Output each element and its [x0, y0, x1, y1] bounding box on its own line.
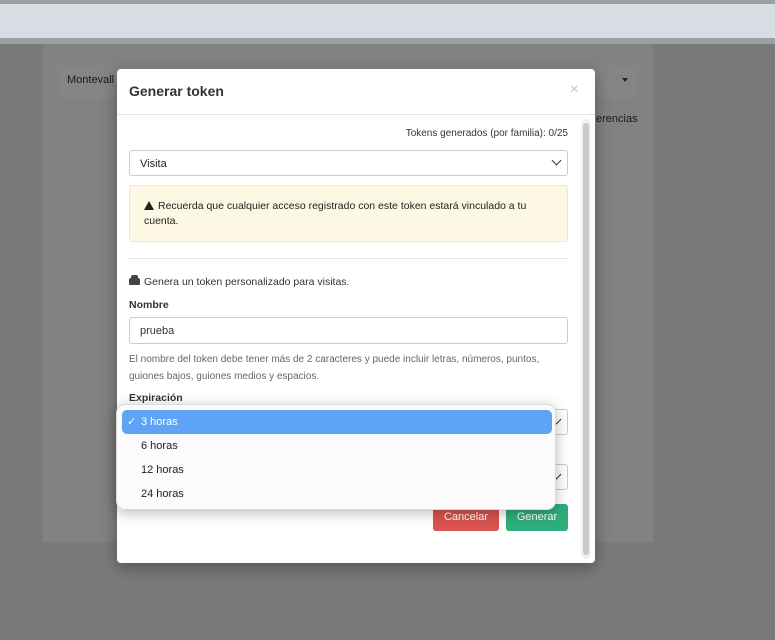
close-icon[interactable]: ×: [570, 81, 579, 99]
warning-icon: [144, 201, 154, 210]
name-help-text: El nombre del token debe tener más de 2 …: [129, 354, 540, 382]
option-label: 12 horas: [141, 464, 184, 476]
expiration-option-3h[interactable]: ✓ 3 horas: [122, 410, 552, 434]
token-type-select-value: Visita: [140, 158, 167, 170]
expiration-option-24h[interactable]: 24 horas: [122, 482, 552, 506]
modal-scrollbar[interactable]: [581, 119, 591, 559]
background-select-text: Montevall: [67, 74, 115, 86]
warning-alert-text: Recuerda que cualquier acceso registrado…: [144, 200, 527, 227]
info-text: Genera un token personalizado para visit…: [144, 276, 350, 288]
expiration-dropdown: ✓ 3 horas 6 horas 12 horas 24 horas: [116, 404, 556, 510]
modal-scrollbar-thumb[interactable]: [583, 123, 589, 555]
option-label: 3 horas: [141, 416, 178, 428]
info-line: Genera un token personalizado para visit…: [129, 275, 350, 288]
chevron-down-icon: [551, 155, 562, 166]
section-divider: [129, 258, 568, 259]
modal-header: Generar token ×: [117, 69, 595, 115]
page-header-strip: [0, 4, 775, 38]
option-label: 6 horas: [141, 440, 178, 452]
name-input-value: prueba: [140, 325, 175, 337]
option-label: 24 horas: [141, 488, 184, 500]
tokens-counter: Tokens generados (por familia): 0/25: [405, 128, 568, 139]
expiration-option-6h[interactable]: 6 horas: [122, 434, 552, 458]
background-caret-icon: [622, 78, 628, 82]
car-icon: [129, 275, 140, 285]
check-icon: ✓: [127, 416, 137, 428]
background-right-text: erencias: [596, 113, 638, 125]
expiration-option-12h[interactable]: 12 horas: [122, 458, 552, 482]
name-input[interactable]: prueba: [129, 317, 568, 344]
token-type-select[interactable]: Visita: [129, 150, 568, 176]
modal-title: Generar token: [129, 83, 224, 99]
warning-alert: Recuerda que cualquier acceso registrado…: [129, 185, 568, 242]
expiration-label: Expiración: [129, 392, 183, 404]
name-label: Nombre: [129, 299, 169, 311]
